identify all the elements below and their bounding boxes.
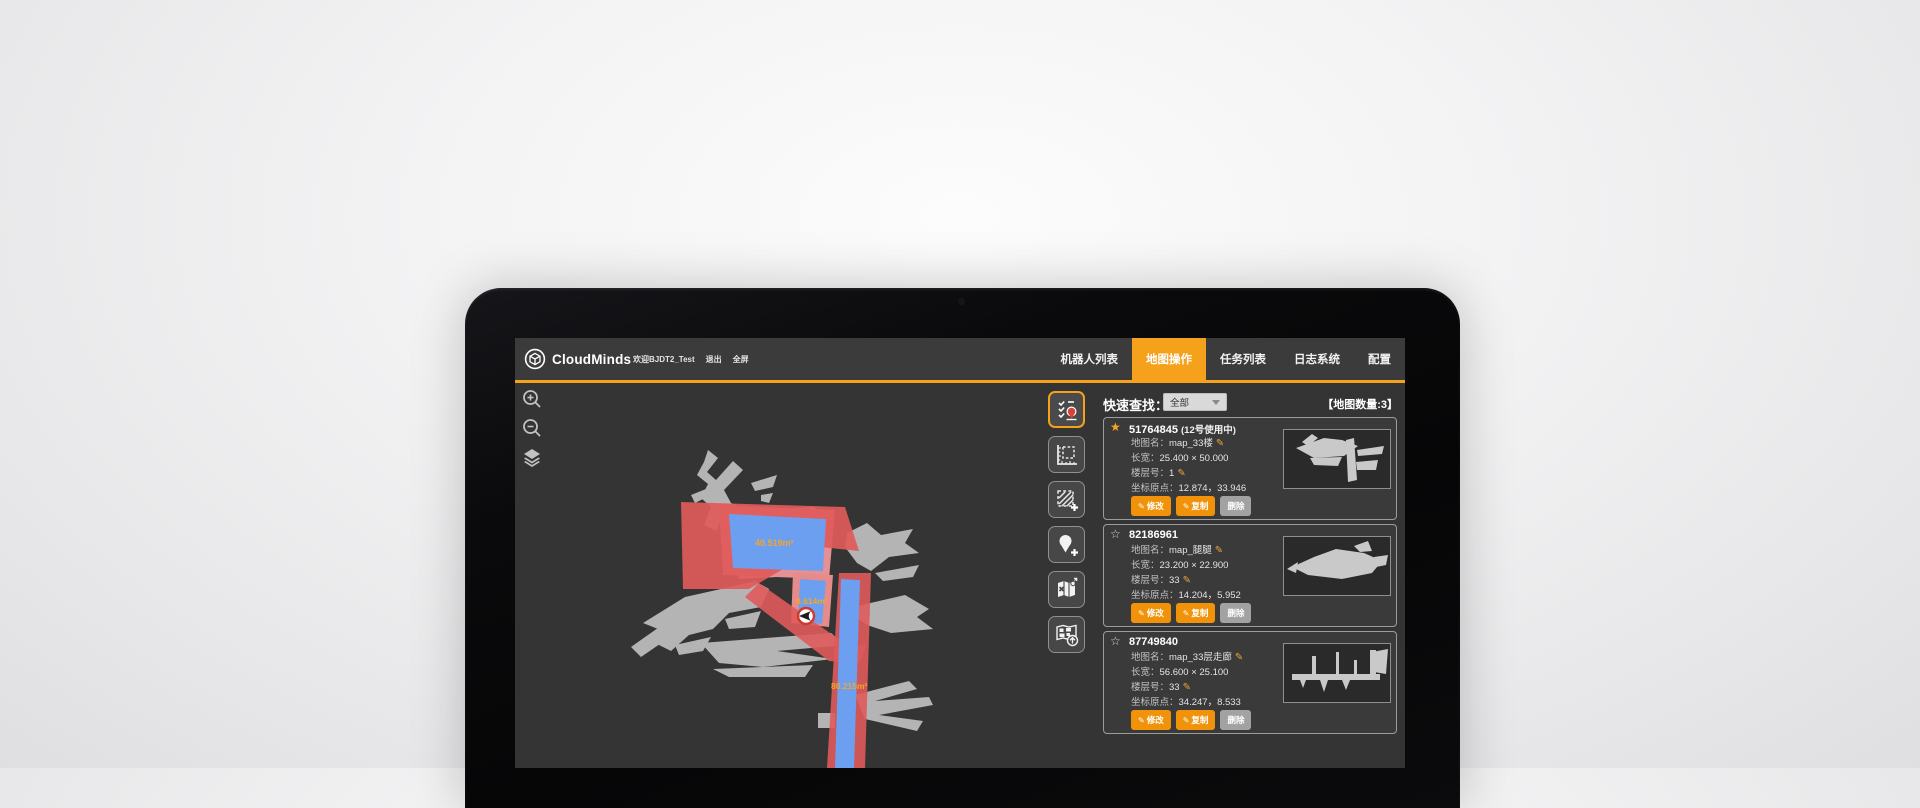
laptop-mockup: CloudMinds 欢迎BJDT2_Test 退出 全屏 机器人列表 地图操作… (465, 288, 1460, 808)
edit-map-button[interactable]: ✎修改 (1131, 710, 1171, 730)
map-id: 87749840 (1129, 636, 1178, 648)
card-actions: ✎修改 ✎复制 删除 (1131, 603, 1251, 623)
fullscreen-link[interactable]: 全屏 (733, 354, 749, 365)
field-dimensions: 长宽：25.400 × 50.000 (1131, 450, 1228, 464)
copy-map-button[interactable]: ✎复制 (1176, 496, 1216, 516)
area-label-large-room: 40.519m² (755, 538, 794, 548)
upload-map-tool[interactable] (1048, 616, 1085, 653)
main-nav: 机器人列表 地图操作 任务列表 日志系统 配置 (1047, 338, 1406, 380)
remove-map-icon (1053, 576, 1080, 603)
task-point-list-tool[interactable] (1048, 391, 1085, 428)
edit-pencil-icon[interactable]: ✎ (1183, 682, 1191, 693)
measure-area-tool[interactable] (1048, 436, 1085, 473)
cloudminds-logo-icon (524, 348, 546, 370)
map-thumbnail-image (1284, 537, 1390, 595)
chevron-down-icon (1212, 400, 1220, 405)
map-filter-value: 全部 (1164, 395, 1212, 409)
tab-log-system[interactable]: 日志系统 (1280, 338, 1354, 380)
add-virtual-wall-icon (1053, 486, 1080, 513)
area-label-corridor: 80.215m² (831, 681, 868, 691)
upload-map-icon (1053, 621, 1080, 648)
map-thumbnail[interactable] (1283, 536, 1391, 596)
measure-area-icon (1053, 441, 1080, 468)
map-id: 82186961 (1129, 529, 1178, 541)
task-point-list-icon (1053, 396, 1080, 423)
delete-map-button[interactable]: 删除 (1220, 496, 1251, 516)
tab-map-operations[interactable]: 地图操作 (1132, 338, 1206, 380)
map-card[interactable]: ★ 51764845 (12号使用中) 地图名：map_33楼✎ 长宽：25.4… (1103, 417, 1397, 520)
copy-map-button[interactable]: ✎复制 (1176, 603, 1216, 623)
quick-search-label: 快速查找： (1103, 395, 1168, 414)
edit-pencil-icon[interactable]: ✎ (1183, 575, 1191, 586)
add-marker-tool[interactable] (1048, 526, 1085, 563)
map-card[interactable]: ☆ 82186961 地图名：map_腿腿✎ 长宽：23.200 × 22.90… (1103, 524, 1397, 627)
map-walls (631, 450, 933, 731)
zoom-in-icon[interactable] (521, 388, 543, 410)
app-screen: CloudMinds 欢迎BJDT2_Test 退出 全屏 机器人列表 地图操作… (515, 338, 1405, 768)
field-map-name: 地图名：map_33层走廊✎ (1131, 649, 1243, 663)
brand-name: CloudMinds (552, 352, 631, 367)
welcome-text: 欢迎BJDT2_Test (633, 354, 695, 365)
map-thumbnail[interactable] (1283, 429, 1391, 489)
map-thumbnail-image (1284, 430, 1390, 488)
zoom-out-icon[interactable] (521, 417, 543, 439)
map-card[interactable]: ☆ 87749840 地图名：map_33层走廊✎ 长宽：56.600 × 25… (1103, 631, 1397, 734)
add-marker-icon (1053, 531, 1080, 558)
edit-map-button[interactable]: ✎修改 (1131, 496, 1171, 516)
edit-pencil-icon[interactable]: ✎ (1215, 545, 1223, 556)
field-dimensions: 长宽：56.600 × 25.100 (1131, 664, 1228, 678)
delete-map-button[interactable]: 删除 (1220, 603, 1251, 623)
map-card-list: ★ 51764845 (12号使用中) 地图名：map_33楼✎ 长宽：25.4… (1103, 417, 1397, 738)
field-floor: 楼层号：33✎ (1131, 572, 1191, 586)
session-links: 欢迎BJDT2_Test 退出 全屏 (633, 338, 749, 380)
remove-map-tool[interactable] (1048, 571, 1085, 608)
map-count-badge: 【地图数量:3】 (1322, 396, 1398, 412)
layers-icon[interactable] (521, 446, 543, 468)
webcam-dot (959, 299, 964, 304)
field-floor: 楼层号：1✎ (1131, 465, 1186, 479)
field-map-name: 地图名：map_33楼✎ (1131, 435, 1224, 449)
edit-pencil-icon[interactable]: ✎ (1235, 652, 1243, 663)
edit-pencil-icon[interactable]: ✎ (1216, 438, 1224, 449)
add-virtual-wall-tool[interactable] (1048, 481, 1085, 518)
field-origin: 坐标原点：34.247，8.533 (1131, 694, 1241, 708)
tab-configuration[interactable]: 配置 (1354, 338, 1405, 380)
map-toolbar (1048, 391, 1085, 661)
card-actions: ✎修改 ✎复制 删除 (1131, 710, 1251, 730)
map-filter-dropdown[interactable]: 全部 (1163, 393, 1227, 411)
delete-map-button[interactable]: 删除 (1220, 710, 1251, 730)
top-header: CloudMinds 欢迎BJDT2_Test 退出 全屏 机器人列表 地图操作… (515, 338, 1405, 380)
map-canvas[interactable]: 40.519m² 8.614m² 80.215m² (515, 383, 1040, 768)
field-dimensions: 长宽：23.200 × 22.900 (1131, 557, 1228, 571)
field-origin: 坐标原点：14.204，5.952 (1131, 587, 1241, 601)
map-id: 51764845 (12号使用中) (1129, 422, 1236, 436)
area-label-small-room: 8.614m² (796, 596, 828, 606)
brand: CloudMinds (524, 338, 631, 380)
favorite-star-icon[interactable]: ☆ (1110, 634, 1121, 648)
favorite-star-icon[interactable]: ★ (1110, 420, 1121, 434)
logout-link[interactable]: 退出 (706, 354, 722, 365)
floor-map: 40.519m² 8.614m² 80.215m² (515, 383, 1040, 768)
copy-map-button[interactable]: ✎复制 (1176, 710, 1216, 730)
field-map-name: 地图名：map_腿腿✎ (1131, 542, 1223, 556)
map-thumbnail[interactable] (1283, 643, 1391, 703)
tab-robot-list[interactable]: 机器人列表 (1047, 338, 1133, 380)
robot-position-marker (798, 608, 814, 624)
field-origin: 坐标原点：12.874，33.946 (1131, 480, 1246, 494)
map-zoom-controls (521, 388, 543, 468)
tab-task-list[interactable]: 任务列表 (1206, 338, 1280, 380)
map-thumbnail-image (1284, 644, 1390, 702)
edit-map-button[interactable]: ✎修改 (1131, 603, 1171, 623)
favorite-star-icon[interactable]: ☆ (1110, 527, 1121, 541)
page-background: CloudMinds 欢迎BJDT2_Test 退出 全屏 机器人列表 地图操作… (0, 0, 1920, 768)
card-actions: ✎修改 ✎复制 删除 (1131, 496, 1251, 516)
field-floor: 楼层号：33✎ (1131, 679, 1191, 693)
edit-pencil-icon[interactable]: ✎ (1177, 468, 1185, 479)
